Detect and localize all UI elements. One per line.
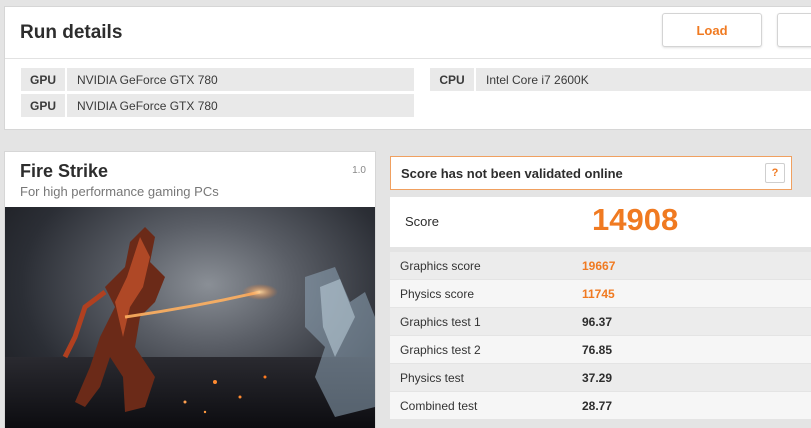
result-row-physics-score: Physics score 11745	[390, 280, 811, 308]
load-button[interactable]: Load	[662, 13, 762, 47]
result-row-graphics-test-1: Graphics test 1 96.37	[390, 308, 811, 336]
result-value: 11745	[582, 286, 615, 301]
score-value: 14908	[592, 202, 679, 237]
help-button[interactable]: ?	[765, 163, 785, 183]
result-label: Graphics score	[400, 258, 481, 273]
result-row-physics-test: Physics test 37.29	[390, 364, 811, 392]
secondary-button[interactable]	[777, 13, 811, 47]
spec-value: Intel Core i7 2600K	[476, 68, 811, 91]
spec-label: CPU	[430, 68, 474, 91]
run-details-panel: Run details Load GPU NVIDIA GeForce GTX …	[4, 6, 811, 130]
result-label: Combined test	[400, 398, 478, 413]
spec-label: GPU	[21, 68, 65, 91]
benchmark-title: Fire Strike	[20, 161, 109, 181]
result-label: Graphics test 2	[400, 342, 481, 357]
benchmark-card: Fire Strike For high performance gaming …	[4, 151, 376, 428]
result-value: 37.29	[582, 370, 613, 385]
score-label: Score	[405, 214, 439, 229]
score-box: Score 14908	[390, 197, 811, 247]
run-details-title: Run details	[20, 22, 123, 43]
spec-label: GPU	[21, 94, 65, 117]
result-value: 96.37	[582, 314, 613, 329]
result-label: Physics score	[400, 286, 475, 301]
result-label: Physics test	[400, 370, 465, 385]
spec-cpu: CPU Intel Core i7 2600K	[430, 68, 811, 91]
fire-strike-artwork-image	[5, 227, 375, 428]
result-value: 19667	[582, 258, 616, 273]
spec-value: NVIDIA GeForce GTX 780	[67, 94, 414, 117]
result-row-graphics-test-2: Graphics test 2 76.85	[390, 336, 811, 364]
validation-status-bar: Score has not been validated online ?	[390, 156, 792, 190]
validation-message: Score has not been validated online	[401, 165, 623, 181]
result-row-combined-test: Combined test 28.77	[390, 392, 811, 420]
divider	[5, 58, 811, 59]
result-label: Graphics test 1	[400, 314, 481, 329]
result-value: 76.85	[582, 342, 613, 357]
spec-gpu-1: GPU NVIDIA GeForce GTX 780	[21, 68, 414, 91]
result-value: 28.77	[582, 398, 613, 413]
spec-gpu-2: GPU NVIDIA GeForce GTX 780	[21, 94, 414, 117]
benchmark-version: 1.0	[352, 165, 366, 176]
results-table: Graphics score 19667 Physics score 11745…	[390, 252, 811, 420]
spec-value: NVIDIA GeForce GTX 780	[67, 68, 414, 91]
benchmark-subtitle: For high performance gaming PCs	[20, 184, 219, 199]
benchmark-artwork	[5, 207, 375, 428]
result-row-graphics-score: Graphics score 19667	[390, 252, 811, 280]
